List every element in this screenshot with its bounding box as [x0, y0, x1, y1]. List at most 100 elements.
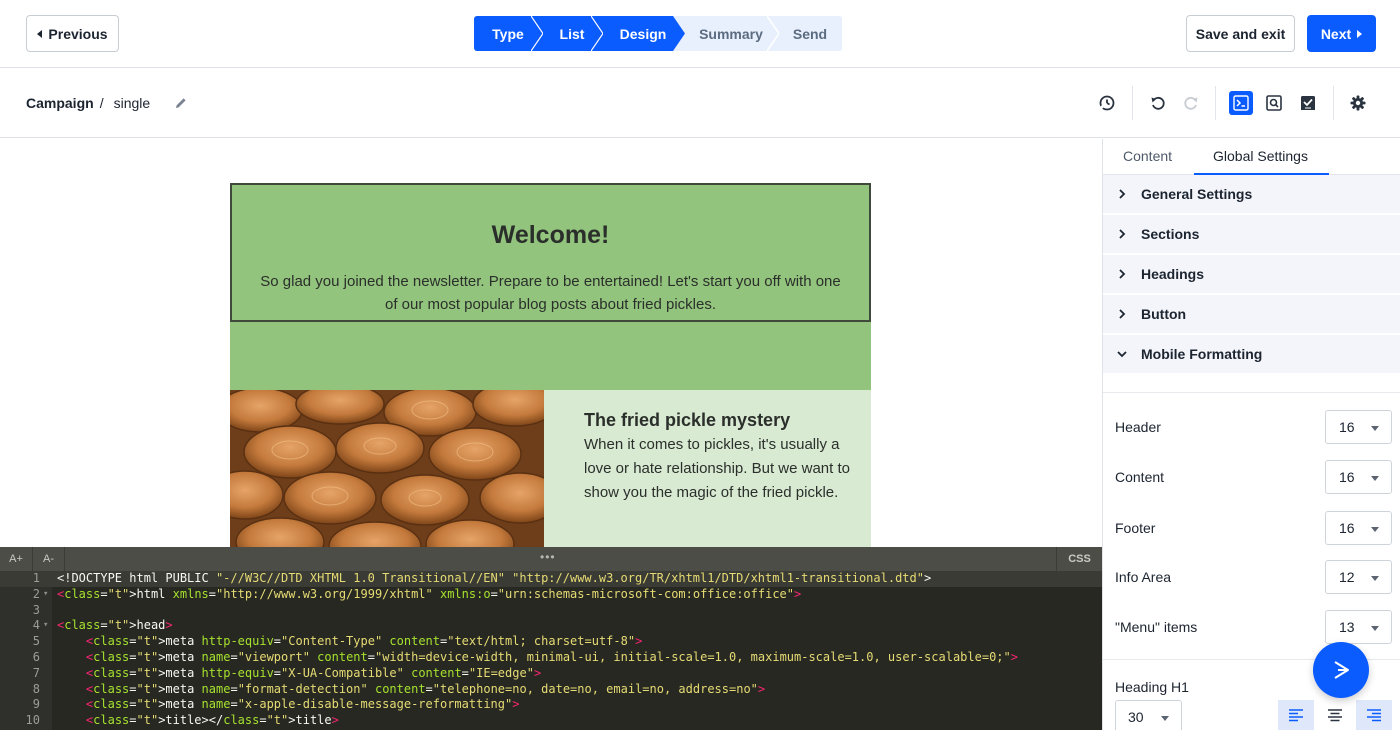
- section-button[interactable]: Button: [1103, 295, 1400, 335]
- align-center-button[interactable]: [1317, 700, 1353, 730]
- code-line[interactable]: 5 <class="t">meta http-equiv="Content-Ty…: [0, 634, 1102, 650]
- code-text: <!DOCTYPE html PUBLIC "-//W3C//DTD XHTML…: [57, 571, 932, 585]
- save-and-exit-button[interactable]: Save and exit: [1186, 15, 1295, 52]
- redo-icon[interactable]: [1179, 91, 1203, 115]
- step-summary[interactable]: Summary: [684, 16, 779, 51]
- toolbar-divider: [1333, 86, 1334, 120]
- align-right-button[interactable]: [1356, 700, 1392, 730]
- caret-down-icon: [1371, 476, 1379, 481]
- code-line[interactable]: 1 <!DOCTYPE html PUBLIC "-//W3C//DTD XHTM…: [0, 571, 1102, 587]
- toolbar-divider: [1132, 86, 1133, 120]
- breadcrumb: Campaign / single: [26, 95, 188, 111]
- step-label: Design: [619, 25, 667, 42]
- fold-arrow-icon[interactable]: ▾: [43, 618, 48, 634]
- font-size-row-info-area: Info Area 12: [1103, 552, 1400, 602]
- code-editor[interactable]: A+ A- ••• CSS 1 <!DOCTYPE html PUBLIC "-/…: [0, 547, 1102, 730]
- section-label: Headings: [1141, 266, 1205, 282]
- next-label: Next: [1320, 25, 1352, 42]
- section-headings[interactable]: Headings: [1103, 255, 1400, 295]
- line-number: 9: [32, 697, 40, 712]
- content-size-select[interactable]: 16: [1325, 460, 1392, 494]
- menu-items-size-select[interactable]: 13: [1325, 610, 1392, 644]
- code-line[interactable]: 9 <class="t">meta name="x-apple-disable-…: [0, 697, 1102, 713]
- chevron-right-icon: [1119, 189, 1126, 199]
- line-number: 8: [32, 681, 40, 696]
- previous-button[interactable]: Previous: [26, 15, 119, 52]
- select-value: 12: [1339, 569, 1355, 585]
- chevron-right-icon: [1119, 229, 1126, 239]
- footer-size-select[interactable]: 16: [1325, 511, 1392, 545]
- code-line[interactable]: 8 <class="t">meta name="format-detection…: [0, 682, 1102, 698]
- step-label: Summary: [699, 25, 763, 42]
- font-size-row-header: Header 16: [1103, 402, 1400, 452]
- section-mobile-formatting[interactable]: Mobile Formatting: [1103, 335, 1400, 375]
- section-general-settings[interactable]: General Settings: [1103, 175, 1400, 215]
- font-increase-button[interactable]: A+: [0, 547, 33, 571]
- info-area-size-select[interactable]: 12: [1325, 560, 1392, 594]
- caret-down-icon: [1371, 527, 1379, 532]
- fried-pickles-image[interactable]: [230, 390, 544, 547]
- row-label: Footer: [1115, 520, 1156, 536]
- code-view-icon[interactable]: [1229, 91, 1253, 115]
- hero-block[interactable]: Welcome! So glad you joined the newslett…: [230, 183, 871, 322]
- campaign-bar: Campaign / single: [0, 68, 1400, 138]
- chevron-right-icon: [1119, 309, 1126, 319]
- code-text: <class="t">meta name="viewport" content=…: [85, 649, 1018, 664]
- top-bar: Previous Type List Design Summary Send S…: [0, 0, 1400, 68]
- settings-panel: Content Global Settings General Settings…: [1102, 139, 1400, 730]
- header-size-select[interactable]: 16: [1325, 410, 1392, 444]
- undo-icon[interactable]: [1146, 91, 1170, 115]
- check-icon[interactable]: [1296, 91, 1320, 115]
- send-arrow-icon: [1334, 661, 1349, 679]
- history-icon[interactable]: [1095, 91, 1119, 115]
- step-chevron-icon: [591, 16, 603, 51]
- code-line[interactable]: 3: [0, 603, 1102, 619]
- settings-icon[interactable]: [1346, 91, 1370, 115]
- section-sections[interactable]: Sections: [1103, 215, 1400, 255]
- line-number: 4: [32, 618, 40, 633]
- row-label: "Menu" items: [1115, 619, 1198, 635]
- fold-arrow-icon[interactable]: ▾: [43, 587, 48, 603]
- caret-down-icon: [1371, 426, 1379, 431]
- font-decrease-button[interactable]: A-: [33, 547, 65, 571]
- next-button[interactable]: Next: [1307, 15, 1376, 52]
- tab-content[interactable]: Content: [1123, 148, 1172, 164]
- step-list[interactable]: List: [542, 16, 603, 51]
- hero-title: Welcome!: [491, 221, 610, 249]
- code-line[interactable]: 10 <class="t">title></class="t">title>: [0, 713, 1102, 729]
- fried-pickles-photo: [230, 390, 544, 547]
- code-line[interactable]: 7 <class="t">meta http-equiv="X-UA-Compa…: [0, 666, 1102, 682]
- resize-handle[interactable]: •••: [540, 550, 556, 564]
- align-left-icon: [1289, 709, 1303, 722]
- code-line[interactable]: 2 ▾ <class="t">html xmlns="http://www.w3.o…: [0, 587, 1102, 603]
- toolbar-divider: [1215, 86, 1216, 120]
- blog-post-block[interactable]: The fried pickle mystery When it comes t…: [230, 390, 871, 547]
- spacer-block[interactable]: [230, 322, 871, 390]
- heading-h1-label: Heading H1: [1115, 679, 1189, 695]
- pencil-icon[interactable]: [174, 96, 188, 110]
- email-preview: Welcome! So glad you joined the newslett…: [230, 183, 871, 547]
- section-label: Mobile Formatting: [1141, 346, 1263, 362]
- row-label: Content: [1115, 469, 1165, 485]
- line-number: 5: [32, 634, 40, 649]
- caret-right-icon: [1357, 29, 1363, 38]
- heading-h1-size-select[interactable]: 30: [1115, 700, 1182, 730]
- preview-icon[interactable]: [1262, 91, 1286, 115]
- css-toggle-button[interactable]: CSS: [1056, 547, 1102, 571]
- code-area[interactable]: 1 <!DOCTYPE html PUBLIC "-//W3C//DTD XHTM…: [0, 571, 1102, 730]
- hero-text: So glad you joined the newsletter. Prepa…: [260, 273, 841, 313]
- step-label: Type: [492, 25, 524, 42]
- send-fab-button[interactable]: [1313, 642, 1369, 698]
- tab-global-settings[interactable]: Global Settings: [1213, 148, 1308, 164]
- font-size-row-menu-items: "Menu" items 13: [1103, 602, 1400, 652]
- step-design[interactable]: Design: [602, 16, 685, 51]
- chevron-down-icon: [1117, 351, 1127, 358]
- code-line[interactable]: 6 <class="t">meta name="viewport" conten…: [0, 650, 1102, 666]
- code-line[interactable]: 4 ▾ <class="t">head>: [0, 618, 1102, 634]
- crumb-root[interactable]: Campaign: [26, 95, 94, 111]
- align-left-button[interactable]: [1278, 700, 1314, 730]
- email-canvas[interactable]: Welcome! So glad you joined the newslett…: [0, 139, 1102, 547]
- line-number: 2: [32, 586, 40, 601]
- step-type[interactable]: Type: [474, 16, 543, 51]
- step-send[interactable]: Send: [778, 16, 842, 51]
